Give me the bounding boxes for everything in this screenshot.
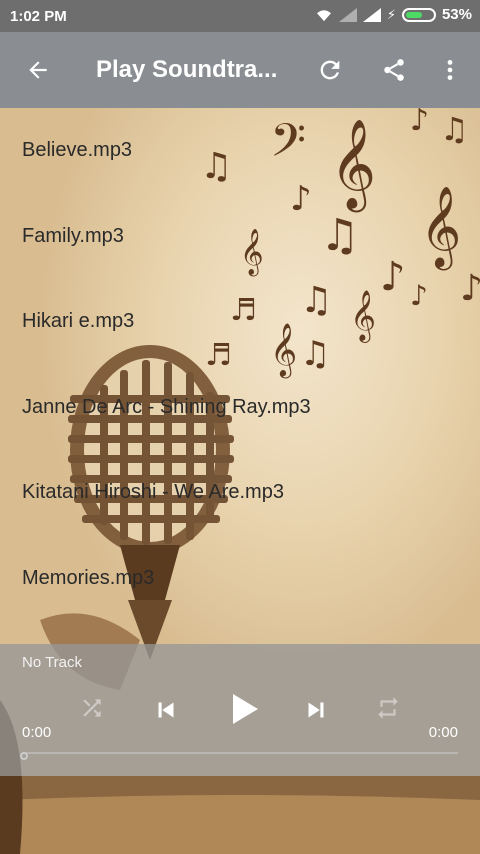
- elapsed-time: 0:00: [22, 724, 52, 741]
- seek-bar[interactable]: [22, 752, 458, 754]
- signal-weak-icon: [338, 7, 357, 22]
- track-list: Believe.mp3 Family.mp3 Hikari e.mp3 Jann…: [0, 108, 480, 621]
- play-icon: [233, 694, 258, 724]
- wifi-icon: [316, 9, 331, 21]
- battery-percent: 53%: [441, 6, 472, 23]
- seek-thumb[interactable]: [20, 752, 28, 760]
- player-panel: No Track 0:00 0:00: [0, 644, 480, 776]
- arrow-back-icon: [29, 61, 47, 79]
- back-button[interactable]: [20, 52, 56, 88]
- track-name: Believe.mp3: [22, 139, 133, 162]
- track-name: Memories.mp3: [22, 566, 155, 589]
- total-time: 0:00: [428, 724, 458, 741]
- shuffle-button[interactable]: [74, 690, 110, 726]
- share-button[interactable]: [376, 52, 412, 88]
- battery-icon: [401, 7, 436, 22]
- repeat-icon: [378, 697, 398, 719]
- share-icon: [384, 59, 404, 81]
- track-name: Janne De Arc - Shining Ray.mp3: [22, 395, 311, 418]
- refresh-button[interactable]: [312, 52, 348, 88]
- previous-button[interactable]: [146, 690, 186, 730]
- skip-previous-icon: [158, 702, 174, 718]
- list-item[interactable]: Kitatani Hiroshi - We Are.mp3: [0, 450, 480, 536]
- list-item[interactable]: Memories.mp3: [0, 536, 480, 622]
- play-button[interactable]: [218, 684, 268, 734]
- track-name: Kitatani Hiroshi - We Are.mp3: [22, 481, 284, 504]
- skip-next-icon: [308, 702, 324, 718]
- more-options-button[interactable]: [432, 52, 468, 88]
- charging-icon: ⚡: [386, 6, 396, 22]
- next-button[interactable]: [296, 690, 336, 730]
- signal-icon: [362, 7, 381, 22]
- shuffle-icon: [83, 699, 101, 717]
- status-icons: ⚡ 53%: [315, 6, 472, 23]
- refresh-icon: [320, 60, 340, 80]
- list-item[interactable]: Family.mp3: [0, 194, 480, 280]
- more-vert-icon: [447, 60, 453, 80]
- list-item[interactable]: Janne De Arc - Shining Ray.mp3: [0, 365, 480, 451]
- toolbar-title: Play Soundtra...: [96, 56, 278, 83]
- track-name: Family.mp3: [22, 224, 124, 247]
- repeat-button[interactable]: [370, 690, 406, 726]
- status-time: 1:02 PM: [10, 8, 67, 25]
- app-toolbar: Play Soundtra...: [0, 32, 480, 108]
- status-bar: 1:02 PM ⚡ 53%: [0, 0, 480, 32]
- current-track-name: No Track: [22, 654, 83, 671]
- track-name: Hikari e.mp3: [22, 310, 135, 333]
- list-item[interactable]: Hikari e.mp3: [0, 279, 480, 365]
- list-item[interactable]: Believe.mp3: [0, 108, 480, 194]
